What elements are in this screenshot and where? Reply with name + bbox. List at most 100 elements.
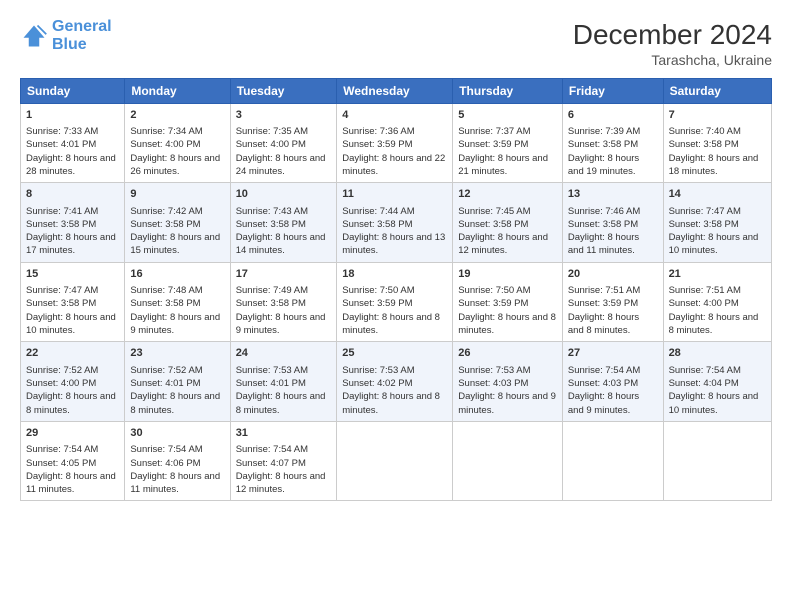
logo-text: General Blue (52, 18, 112, 53)
cell-content: Sunrise: 7:52 AMSunset: 4:00 PMDaylight:… (26, 365, 116, 416)
calendar-cell: 28 Sunrise: 7:54 AMSunset: 4:04 PMDaylig… (663, 342, 771, 422)
cell-content: Sunrise: 7:53 AMSunset: 4:02 PMDaylight:… (342, 365, 440, 416)
cell-content: Sunrise: 7:51 AMSunset: 4:00 PMDaylight:… (669, 285, 759, 336)
cell-content: Sunrise: 7:54 AMSunset: 4:03 PMDaylight:… (568, 365, 640, 416)
header-row: Sunday Monday Tuesday Wednesday Thursday… (21, 78, 772, 103)
calendar-cell: 20 Sunrise: 7:51 AMSunset: 3:59 PMDaylig… (562, 262, 663, 342)
day-number: 26 (458, 346, 557, 361)
table-row: 15 Sunrise: 7:47 AMSunset: 3:58 PMDaylig… (21, 262, 772, 342)
cell-content: Sunrise: 7:43 AMSunset: 3:58 PMDaylight:… (236, 206, 326, 257)
day-number: 22 (26, 346, 119, 361)
calendar-cell: 7 Sunrise: 7:40 AMSunset: 3:58 PMDayligh… (663, 103, 771, 183)
logo: General Blue (20, 18, 112, 53)
cell-content: Sunrise: 7:54 AMSunset: 4:04 PMDaylight:… (669, 365, 759, 416)
calendar-cell (663, 421, 771, 501)
day-number: 25 (342, 346, 447, 361)
calendar-cell: 16 Sunrise: 7:48 AMSunset: 3:58 PMDaylig… (125, 262, 230, 342)
cell-content: Sunrise: 7:54 AMSunset: 4:06 PMDaylight:… (130, 444, 220, 495)
table-row: 1 Sunrise: 7:33 AMSunset: 4:01 PMDayligh… (21, 103, 772, 183)
cell-content: Sunrise: 7:54 AMSunset: 4:05 PMDaylight:… (26, 444, 116, 495)
table-row: 22 Sunrise: 7:52 AMSunset: 4:00 PMDaylig… (21, 342, 772, 422)
main-title: December 2024 (573, 18, 772, 52)
day-number: 15 (26, 267, 119, 282)
calendar-cell: 29 Sunrise: 7:54 AMSunset: 4:05 PMDaylig… (21, 421, 125, 501)
day-number: 7 (669, 108, 766, 123)
cell-content: Sunrise: 7:44 AMSunset: 3:58 PMDaylight:… (342, 206, 445, 257)
day-number: 27 (568, 346, 658, 361)
day-number: 5 (458, 108, 557, 123)
cell-content: Sunrise: 7:47 AMSunset: 3:58 PMDaylight:… (669, 206, 759, 257)
cell-content: Sunrise: 7:41 AMSunset: 3:58 PMDaylight:… (26, 206, 116, 257)
col-wednesday: Wednesday (337, 78, 453, 103)
cell-content: Sunrise: 7:42 AMSunset: 3:58 PMDaylight:… (130, 206, 220, 257)
col-thursday: Thursday (453, 78, 563, 103)
calendar-table: Sunday Monday Tuesday Wednesday Thursday… (20, 78, 772, 502)
cell-content: Sunrise: 7:50 AMSunset: 3:59 PMDaylight:… (458, 285, 556, 336)
calendar-cell (337, 421, 453, 501)
cell-content: Sunrise: 7:54 AMSunset: 4:07 PMDaylight:… (236, 444, 326, 495)
calendar-cell (453, 421, 563, 501)
cell-content: Sunrise: 7:50 AMSunset: 3:59 PMDaylight:… (342, 285, 440, 336)
cell-content: Sunrise: 7:35 AMSunset: 4:00 PMDaylight:… (236, 126, 326, 177)
cell-content: Sunrise: 7:49 AMSunset: 3:58 PMDaylight:… (236, 285, 326, 336)
cell-content: Sunrise: 7:46 AMSunset: 3:58 PMDaylight:… (568, 206, 640, 257)
day-number: 18 (342, 267, 447, 282)
calendar-cell: 8 Sunrise: 7:41 AMSunset: 3:58 PMDayligh… (21, 183, 125, 263)
day-number: 1 (26, 108, 119, 123)
calendar-cell: 4 Sunrise: 7:36 AMSunset: 3:59 PMDayligh… (337, 103, 453, 183)
calendar-cell: 21 Sunrise: 7:51 AMSunset: 4:00 PMDaylig… (663, 262, 771, 342)
calendar-cell: 12 Sunrise: 7:45 AMSunset: 3:58 PMDaylig… (453, 183, 563, 263)
day-number: 21 (669, 267, 766, 282)
calendar-cell: 15 Sunrise: 7:47 AMSunset: 3:58 PMDaylig… (21, 262, 125, 342)
calendar-cell: 27 Sunrise: 7:54 AMSunset: 4:03 PMDaylig… (562, 342, 663, 422)
calendar-cell: 1 Sunrise: 7:33 AMSunset: 4:01 PMDayligh… (21, 103, 125, 183)
day-number: 12 (458, 187, 557, 202)
cell-content: Sunrise: 7:36 AMSunset: 3:59 PMDaylight:… (342, 126, 445, 177)
col-tuesday: Tuesday (230, 78, 337, 103)
logo-icon (20, 22, 48, 50)
calendar-cell: 18 Sunrise: 7:50 AMSunset: 3:59 PMDaylig… (337, 262, 453, 342)
calendar-cell: 23 Sunrise: 7:52 AMSunset: 4:01 PMDaylig… (125, 342, 230, 422)
calendar-cell: 14 Sunrise: 7:47 AMSunset: 3:58 PMDaylig… (663, 183, 771, 263)
col-friday: Friday (562, 78, 663, 103)
calendar-cell: 22 Sunrise: 7:52 AMSunset: 4:00 PMDaylig… (21, 342, 125, 422)
cell-content: Sunrise: 7:47 AMSunset: 3:58 PMDaylight:… (26, 285, 116, 336)
table-row: 8 Sunrise: 7:41 AMSunset: 3:58 PMDayligh… (21, 183, 772, 263)
day-number: 11 (342, 187, 447, 202)
header: General Blue December 2024 Tarashcha, Uk… (20, 18, 772, 68)
calendar-cell: 13 Sunrise: 7:46 AMSunset: 3:58 PMDaylig… (562, 183, 663, 263)
calendar-cell: 5 Sunrise: 7:37 AMSunset: 3:59 PMDayligh… (453, 103, 563, 183)
col-sunday: Sunday (21, 78, 125, 103)
title-block: December 2024 Tarashcha, Ukraine (573, 18, 772, 68)
cell-content: Sunrise: 7:40 AMSunset: 3:58 PMDaylight:… (669, 126, 759, 177)
day-number: 23 (130, 346, 224, 361)
calendar-cell: 17 Sunrise: 7:49 AMSunset: 3:58 PMDaylig… (230, 262, 337, 342)
calendar-cell: 6 Sunrise: 7:39 AMSunset: 3:58 PMDayligh… (562, 103, 663, 183)
calendar-cell: 11 Sunrise: 7:44 AMSunset: 3:58 PMDaylig… (337, 183, 453, 263)
cell-content: Sunrise: 7:34 AMSunset: 4:00 PMDaylight:… (130, 126, 220, 177)
cell-content: Sunrise: 7:48 AMSunset: 3:58 PMDaylight:… (130, 285, 220, 336)
cell-content: Sunrise: 7:45 AMSunset: 3:58 PMDaylight:… (458, 206, 548, 257)
day-number: 2 (130, 108, 224, 123)
table-row: 29 Sunrise: 7:54 AMSunset: 4:05 PMDaylig… (21, 421, 772, 501)
day-number: 20 (568, 267, 658, 282)
day-number: 24 (236, 346, 332, 361)
day-number: 3 (236, 108, 332, 123)
day-number: 17 (236, 267, 332, 282)
calendar-cell: 25 Sunrise: 7:53 AMSunset: 4:02 PMDaylig… (337, 342, 453, 422)
cell-content: Sunrise: 7:37 AMSunset: 3:59 PMDaylight:… (458, 126, 548, 177)
cell-content: Sunrise: 7:51 AMSunset: 3:59 PMDaylight:… (568, 285, 640, 336)
day-number: 14 (669, 187, 766, 202)
day-number: 28 (669, 346, 766, 361)
cell-content: Sunrise: 7:52 AMSunset: 4:01 PMDaylight:… (130, 365, 220, 416)
calendar-cell (562, 421, 663, 501)
day-number: 31 (236, 426, 332, 441)
calendar-cell: 26 Sunrise: 7:53 AMSunset: 4:03 PMDaylig… (453, 342, 563, 422)
cell-content: Sunrise: 7:53 AMSunset: 4:01 PMDaylight:… (236, 365, 326, 416)
page: General Blue December 2024 Tarashcha, Uk… (0, 0, 792, 612)
cell-content: Sunrise: 7:39 AMSunset: 3:58 PMDaylight:… (568, 126, 640, 177)
calendar-cell: 24 Sunrise: 7:53 AMSunset: 4:01 PMDaylig… (230, 342, 337, 422)
calendar-cell: 2 Sunrise: 7:34 AMSunset: 4:00 PMDayligh… (125, 103, 230, 183)
calendar-cell: 10 Sunrise: 7:43 AMSunset: 3:58 PMDaylig… (230, 183, 337, 263)
day-number: 19 (458, 267, 557, 282)
